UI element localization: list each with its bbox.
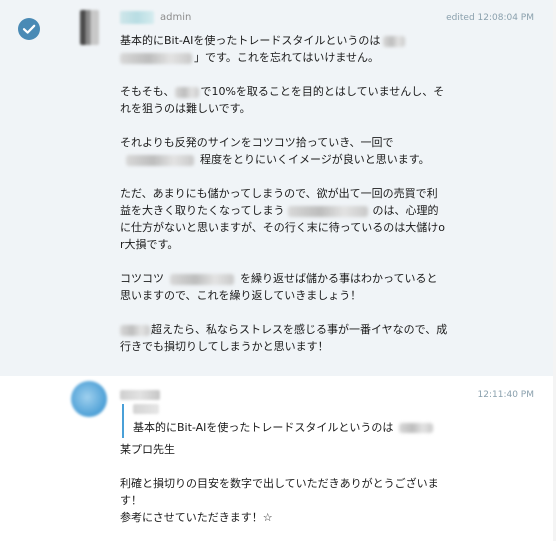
- message-timestamp: edited 12:08:04 PM: [446, 13, 534, 23]
- message-body: 基本的にBit-AIを使ったトレードスタイルというのは 」です。これを忘れてはい…: [120, 32, 448, 355]
- check-circle-icon[interactable]: [18, 18, 40, 40]
- paragraph-text: 基本的にBit-AIを使ったトレードスタイルというのは: [120, 34, 381, 47]
- paragraph-text: を繰り返せば儲かる事はわかっていると思いますので、これを繰り返していきましょう！: [120, 272, 438, 302]
- redacted-text: [288, 205, 369, 217]
- avatar[interactable]: [71, 381, 107, 417]
- quote-text: 基本的にBit-AIを使ったトレードスタイルというのは: [133, 420, 452, 435]
- message-timestamp: 12:11:40 PM: [477, 390, 534, 400]
- sender-name-redacted: [120, 390, 160, 400]
- reply-quote[interactable]: 基本的にBit-AIを使ったトレードスタイルというのは: [122, 404, 452, 438]
- paragraph-text: 超えたら、私ならストレスを感じる事が一番イヤなので、成行きでも損切りしてしまうか…: [120, 323, 448, 353]
- redacted-text: [120, 52, 192, 64]
- redacted-text: [170, 273, 234, 285]
- paragraph-text: 某プロ先生: [120, 443, 175, 456]
- quote-text-content: 基本的にBit-AIを使ったトレードスタイルというのは: [133, 421, 394, 434]
- sender-name-redacted: [120, 11, 154, 24]
- redacted-text: [120, 324, 150, 336]
- message-paragraph: ただ、あまりにも儲かってしまうので、欲が出て一回の売買で利益を大きく取りたくなっ…: [120, 185, 448, 253]
- message-paragraph: コツコツ を繰り返せば儲かる事はわかっていると思いますので、これを繰り返していきま…: [120, 270, 448, 304]
- paragraph-text: コツコツ: [120, 272, 164, 285]
- paragraph-text: 参考にさせていただきます！☆: [120, 511, 273, 524]
- sender-role: admin: [160, 12, 192, 23]
- message-body: 某プロ先生 利確と損切りの目安を数字で出していただきありがとうございます！ 参考…: [120, 441, 450, 526]
- message-paragraph: そもそも、 で10%を取ることを目的とはしていませんし、それを狙うのは難しいです。: [120, 83, 448, 117]
- redacted-text: [175, 86, 200, 98]
- redacted-text: [399, 423, 434, 433]
- paragraph-text: 」です。これを忘れてはいけません。: [194, 51, 380, 64]
- message-paragraph: それよりも反発のサインをコツコツ拾っていき、一回で 程度をとりにいくイメージが良…: [120, 134, 448, 168]
- paragraph-text: 利確と損切りの目安を数字で出していただきありがとうございます！: [120, 477, 439, 507]
- paragraph-text: そもそも、: [120, 85, 175, 98]
- redacted-text: [126, 154, 194, 166]
- message-paragraph: 某プロ先生: [120, 441, 450, 458]
- paragraph-text: それよりも反発のサインをコツコツ拾っていき、一回で: [120, 136, 394, 149]
- message-paragraph: 超えたら、私ならストレスを感じる事が一番イヤなので、成行きでも損切りしてしまうか…: [120, 321, 448, 355]
- paragraph-text: 程度をとりにいくイメージが良いと思います。: [200, 153, 430, 166]
- redacted-text: [383, 35, 406, 47]
- message-paragraph: 利確と損切りの目安を数字で出していただきありがとうございます！ 参考にさせていた…: [120, 475, 450, 526]
- avatar[interactable]: [80, 10, 99, 45]
- quoted-sender-redacted: [133, 404, 159, 414]
- message-paragraph: 基本的にBit-AIを使ったトレードスタイルというのは 」です。これを忘れてはい…: [120, 32, 448, 66]
